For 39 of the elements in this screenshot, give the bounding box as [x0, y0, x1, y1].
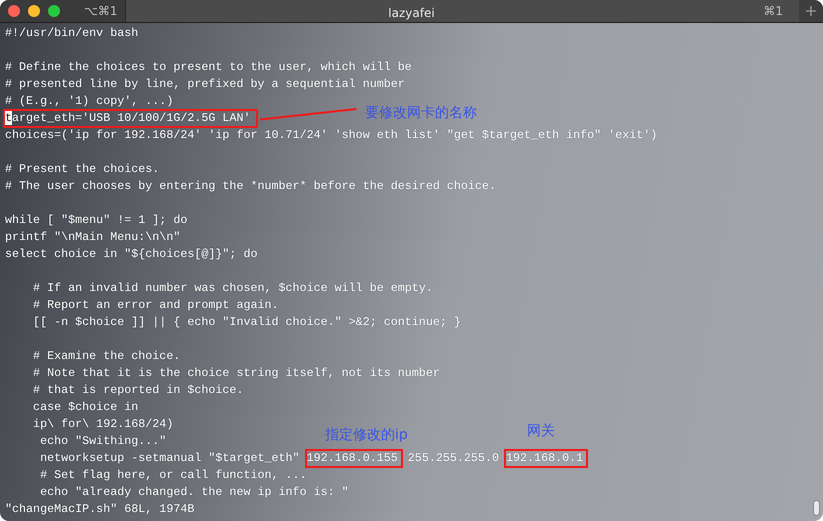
code-line: # Report an error and prompt again. — [32, 298, 279, 312]
code-line: # If an invalid number was chosen, $choice will be empty. — [32, 281, 433, 295]
code-line: printf "\nMain Menu:\n\n" — [5, 230, 180, 244]
status-line: "changeMacIP.sh" 68L, 1974B — [5, 501, 194, 518]
code-line: networksetup -setmanual "$target_eth" — [39, 451, 301, 465]
zoom-button[interactable] — [48, 5, 60, 17]
code-line: case $choice in — [32, 400, 138, 414]
tab-shortcut: ⌥⌘1 — [84, 3, 118, 20]
annotation-label: 指定修改的ip — [325, 426, 408, 445]
highlighted-text: 192.168.0.155 — [306, 451, 401, 466]
code-line: # Define the choices to present to the user, which will be — [5, 60, 412, 74]
code-line: arget_eth='USB 10/100/1G/2.5G LAN' — [12, 111, 250, 125]
highlighted-text: 192.168.0.1 — [506, 451, 586, 466]
code-line: # Present the choices. — [5, 162, 160, 176]
new-tab-button[interactable]: + — [799, 0, 823, 22]
code-line: # that is reported in $choice. — [32, 383, 244, 397]
code-line: # Note that it is the choice string itself, not its number — [32, 366, 440, 380]
minimize-button[interactable] — [28, 5, 40, 17]
code-line: # (E.g., '1) copy', ...) — [5, 94, 174, 108]
code-line: ip\ for\ 192.168/24) — [32, 417, 174, 431]
code-line: choices=('ip for 192.168/24' 'ip for 10.71/24' 'show eth list' "get $target_eth info" 'exit') — [5, 128, 658, 142]
code-line: # The user chooses by entering the *number* before the desired choice. — [5, 179, 496, 193]
code-line: [[ -n $choice ]] || { echo "Invalid choice." >&2; continue; } — [32, 315, 461, 329]
code-line: echo "Swithing..." — [39, 434, 166, 448]
close-button[interactable] — [8, 5, 20, 17]
code-line: # Set flag here, or call function, ... — [39, 468, 307, 482]
code-line: #!/usr/bin/env bash — [5, 26, 138, 40]
code-line: while [ "$menu" != 1 ]; do — [5, 213, 188, 227]
code-line: echo "already changed. the new ip info is: " — [39, 485, 349, 499]
code-line: # Examine the choice. — [32, 349, 180, 363]
tab-shortcut: ⌘1 — [763, 3, 783, 20]
window-title: lazyafei — [388, 6, 435, 20]
annotation-label: 网关 — [527, 422, 555, 441]
text-cursor: t — [5, 111, 12, 125]
code-line: 255.255.255.0 — [406, 451, 500, 465]
code-line: # presented line by line, prefixed by a sequential number — [5, 77, 405, 91]
code-line: select choice in "${choices[@]}"; do — [5, 247, 258, 261]
annotation-label: 要修改网卡的名称 — [365, 104, 477, 123]
scrollbar-thumb[interactable] — [813, 500, 820, 516]
